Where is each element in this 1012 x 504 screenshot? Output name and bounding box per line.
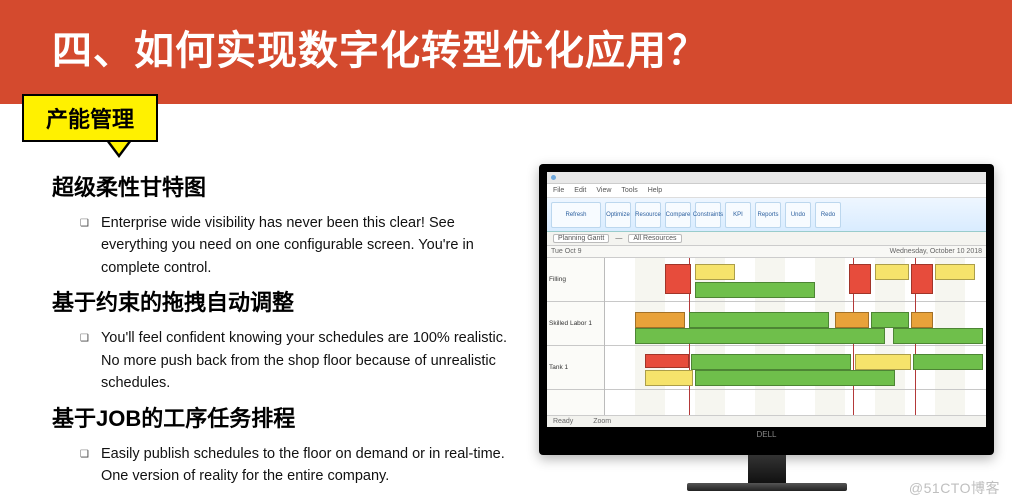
- header-bar: 四、如何实现数字化转型优化应用？: [0, 0, 1012, 104]
- tag-label: 产能管理: [22, 94, 158, 142]
- monitor-brand: DELL: [547, 430, 986, 439]
- gantt-task[interactable]: [835, 312, 869, 328]
- ribbon-button[interactable]: Constraints: [695, 202, 721, 228]
- gantt-task[interactable]: [665, 264, 691, 294]
- bullet-text: You'll feel confident knowing your sched…: [101, 327, 523, 394]
- status-text: Ready: [553, 418, 573, 425]
- gantt-timeline[interactable]: [605, 258, 986, 415]
- gantt-resource-label: Filling: [547, 258, 604, 302]
- tag-callout: 产能管理: [22, 94, 158, 142]
- app-statusbar: Ready Zoom: [547, 415, 986, 427]
- bullet-item: ❑ Enterprise wide visibility has never b…: [80, 212, 523, 279]
- ribbon-button[interactable]: KPI: [725, 202, 751, 228]
- ribbon-button[interactable]: Refresh: [551, 202, 601, 228]
- ribbon-button[interactable]: Redo: [815, 202, 841, 228]
- bullet-item: ❑ You'll feel confident knowing your sch…: [80, 327, 523, 394]
- section-heading-3: 基于JOB的工序任务排程: [52, 401, 523, 433]
- menu-item[interactable]: Edit: [574, 187, 586, 194]
- tag-pointer-icon: [107, 142, 131, 158]
- watermark: @51CTO博客: [909, 478, 1000, 498]
- ribbon-button[interactable]: Resource: [635, 202, 661, 228]
- monitor-stand-base: [687, 483, 847, 491]
- monitor-screen: File Edit View Tools Help Refresh Optimi…: [547, 172, 986, 427]
- date-left: Tue Oct 9: [551, 248, 581, 255]
- gantt-task[interactable]: [855, 354, 911, 370]
- gantt-task[interactable]: [695, 264, 735, 280]
- gantt-task[interactable]: [645, 370, 693, 386]
- gantt-task[interactable]: [635, 312, 685, 328]
- ribbon-button[interactable]: Undo: [785, 202, 811, 228]
- gantt-task[interactable]: [875, 264, 909, 280]
- content-area: 超级柔性甘特图 ❑ Enterprise wide visibility has…: [0, 104, 1012, 494]
- monitor-frame: File Edit View Tools Help Refresh Optimi…: [539, 164, 994, 455]
- gantt-task[interactable]: [871, 312, 909, 328]
- gantt-resource-label: Skilled Labor 1: [547, 302, 604, 346]
- gantt-task[interactable]: [645, 354, 689, 368]
- menu-item[interactable]: View: [596, 187, 611, 194]
- gantt-task[interactable]: [935, 264, 975, 280]
- gantt-resource-column: Filling Skilled Labor 1 Tank 1: [547, 258, 605, 415]
- bullet-item: ❑ Easily publish schedules to the floor …: [80, 443, 523, 488]
- menu-item[interactable]: Help: [648, 187, 662, 194]
- gantt-task[interactable]: [911, 312, 933, 328]
- gantt-task[interactable]: [911, 264, 933, 294]
- app-datebar: Tue Oct 9 Wednesday, October 10 2018: [547, 246, 986, 258]
- bullet-marker-icon: ❑: [80, 216, 89, 232]
- gantt-resource-label: Tank 1: [547, 346, 604, 390]
- gantt-task[interactable]: [913, 354, 983, 370]
- bullet-text: Enterprise wide visibility has never bee…: [101, 212, 523, 279]
- monitor-figure: File Edit View Tools Help Refresh Optimi…: [539, 164, 994, 494]
- bullet-marker-icon: ❑: [80, 447, 89, 463]
- app-menubar: File Edit View Tools Help: [547, 184, 986, 198]
- ribbon-button[interactable]: Reports: [755, 202, 781, 228]
- view-selector[interactable]: Planning Gantt: [553, 234, 609, 243]
- section-heading-1: 超级柔性甘特图: [52, 170, 523, 202]
- page-title: 四、如何实现数字化转型优化应用？: [52, 18, 1012, 76]
- bullet-text: Easily publish schedules to the floor on…: [101, 443, 523, 488]
- menu-item[interactable]: File: [553, 187, 564, 194]
- gantt-task[interactable]: [635, 328, 885, 344]
- toolbar-sep: —: [615, 235, 622, 242]
- ribbon-button[interactable]: Optimize: [605, 202, 631, 228]
- resource-selector[interactable]: All Resources: [628, 234, 681, 243]
- status-text: Zoom: [593, 418, 611, 425]
- ribbon-button[interactable]: Compare: [665, 202, 691, 228]
- date-right: Wednesday, October 10 2018: [890, 248, 982, 255]
- gantt-task[interactable]: [893, 328, 983, 344]
- gantt-task[interactable]: [689, 312, 829, 328]
- gantt-task[interactable]: [695, 282, 815, 298]
- gantt-task[interactable]: [691, 354, 851, 370]
- app-toolbar: Planning Gantt — All Resources: [547, 232, 986, 246]
- menu-item[interactable]: Tools: [621, 187, 637, 194]
- gantt-area: Filling Skilled Labor 1 Tank 1: [547, 258, 986, 415]
- bullet-marker-icon: ❑: [80, 331, 89, 347]
- text-column: 超级柔性甘特图 ❑ Enterprise wide visibility has…: [52, 164, 523, 494]
- monitor-stand-neck: [748, 455, 786, 483]
- section-heading-2: 基于约束的拖拽自动调整: [52, 285, 523, 317]
- app-ribbon: Refresh Optimize Resource Compare Constr…: [547, 198, 986, 232]
- gantt-task[interactable]: [695, 370, 895, 386]
- app-titlebar: [547, 172, 986, 184]
- gantt-task[interactable]: [849, 264, 871, 294]
- window-icon: [551, 175, 556, 180]
